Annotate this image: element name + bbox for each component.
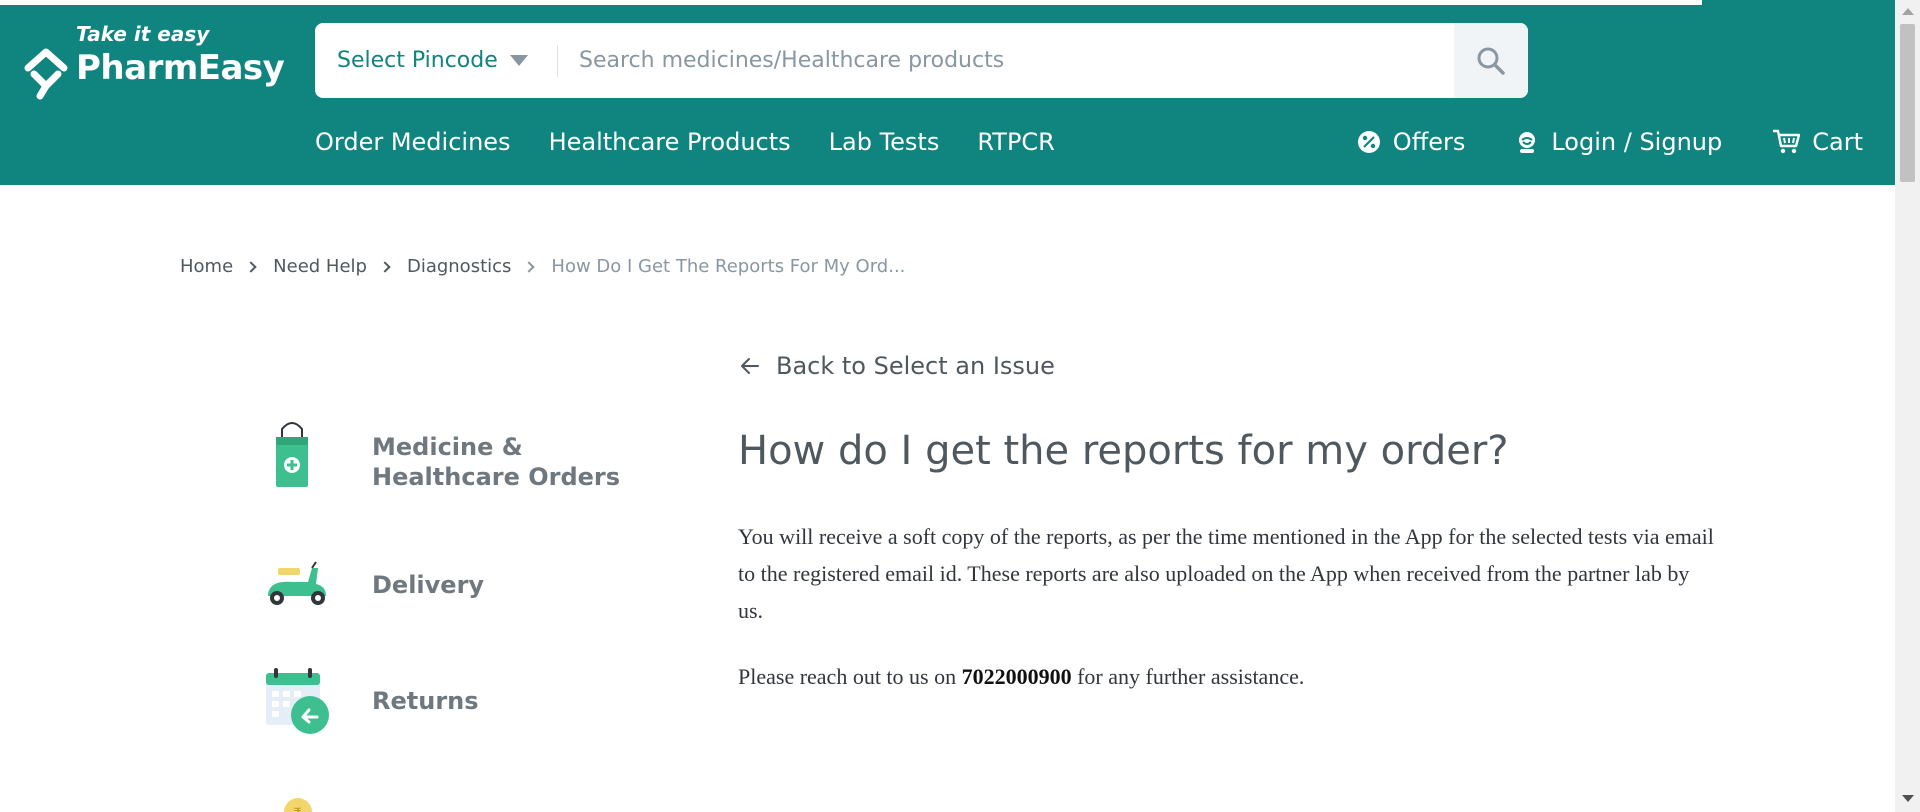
search-icon [1477,47,1505,75]
sidebar-item-payments[interactable]: ₹ [262,792,322,812]
sidebar-item-returns[interactable]: Returns [262,664,479,738]
offer-badge-icon [1357,131,1380,153]
search-bar: Select Pincode [315,23,1528,98]
breadcrumb-need-help[interactable]: Need Help [273,256,367,277]
cart-link[interactable]: Cart [1772,128,1863,156]
sidebar-label: Medicine & Healthcare Orders [372,432,620,492]
back-link-label: Back to Select an Issue [776,352,1055,380]
rupee-coin-icon: ₹ [284,798,312,812]
page-scrollbar[interactable] [1895,0,1920,812]
svg-text:₹: ₹ [293,806,302,812]
sidebar-label-line2: Healthcare Orders [372,463,621,491]
pincode-selector[interactable]: Select Pincode [337,23,528,98]
caret-down-icon [509,55,528,66]
main-nav: Order Medicines Healthcare Products Lab … [315,128,1055,156]
pharmeasy-logo[interactable]: Take it easy PharmEasy [22,20,285,105]
shopping-bag-icon [276,422,308,487]
breadcrumb-diagnostics[interactable]: Diagnostics [407,256,511,277]
login-signup-label: Login / Signup [1551,128,1723,156]
chevron-right-icon [379,260,391,273]
logo-tagline: Take it easy [76,22,210,46]
cart-icon [1773,129,1801,154]
login-signup-link[interactable]: Login / Signup [1515,128,1722,156]
account-nav: Offers Login / Signup Cart [1357,128,1863,156]
logo-brand-name: PharmEasy [76,48,285,88]
chevron-right-icon [523,260,536,273]
scroll-up-arrow-icon[interactable] [1902,8,1914,15]
page-title: How do I get the reports for my order? [738,428,1509,474]
nav-rtpcr[interactable]: RTPCR [977,128,1055,156]
scrollbar-thumb[interactable] [1900,24,1915,182]
breadcrumb-current: How Do I Get The Reports For My Ord... [551,256,906,277]
chevron-right-icon [245,260,257,273]
sidebar-item-delivery[interactable]: Delivery [262,554,484,614]
offers-link[interactable]: Offers [1357,128,1466,156]
offers-label: Offers [1392,128,1466,156]
answer-text: You will receive a soft copy of the repo… [738,524,1714,623]
pincode-label: Select Pincode [337,48,498,73]
calendar-return-icon [266,668,329,734]
breadcrumb-home[interactable]: Home [180,256,233,277]
nav-healthcare-products[interactable]: Healthcare Products [549,128,791,156]
support-phone-number[interactable]: 7022000900 [962,664,1072,689]
scooter-icon [268,561,326,605]
search-button[interactable] [1454,23,1528,98]
contact-suffix: for any further assistance. [1071,664,1305,689]
search-input[interactable] [579,23,1219,98]
nav-order-medicines[interactable]: Order Medicines [315,128,511,156]
logo-mark-icon [24,48,68,100]
scroll-down-arrow-icon[interactable] [1902,795,1914,802]
user-icon [1519,132,1536,153]
sidebar-item-medicine-orders[interactable]: Medicine & Healthcare Orders [262,420,620,491]
arrow-left-icon [741,358,759,374]
nav-lab-tests[interactable]: Lab Tests [829,128,940,156]
breadcrumb: Home Need Help Diagnostics How Do I Get … [180,256,905,277]
contact-text: Please reach out to us on 7022000900 for… [738,664,1304,690]
contact-prefix: Please reach out to us on [738,664,962,689]
sidebar-label-line1: Medicine & [372,433,523,461]
top-progress-strip [0,0,1702,5]
site-header: Take it easy PharmEasy Select Pincode Or… [0,0,1895,185]
cart-label: Cart [1812,128,1863,156]
search-divider [557,45,558,77]
sidebar-label-returns: Returns [372,687,479,715]
back-to-issues-link[interactable]: Back to Select an Issue [740,352,1055,380]
sidebar-label-delivery: Delivery [372,571,485,599]
